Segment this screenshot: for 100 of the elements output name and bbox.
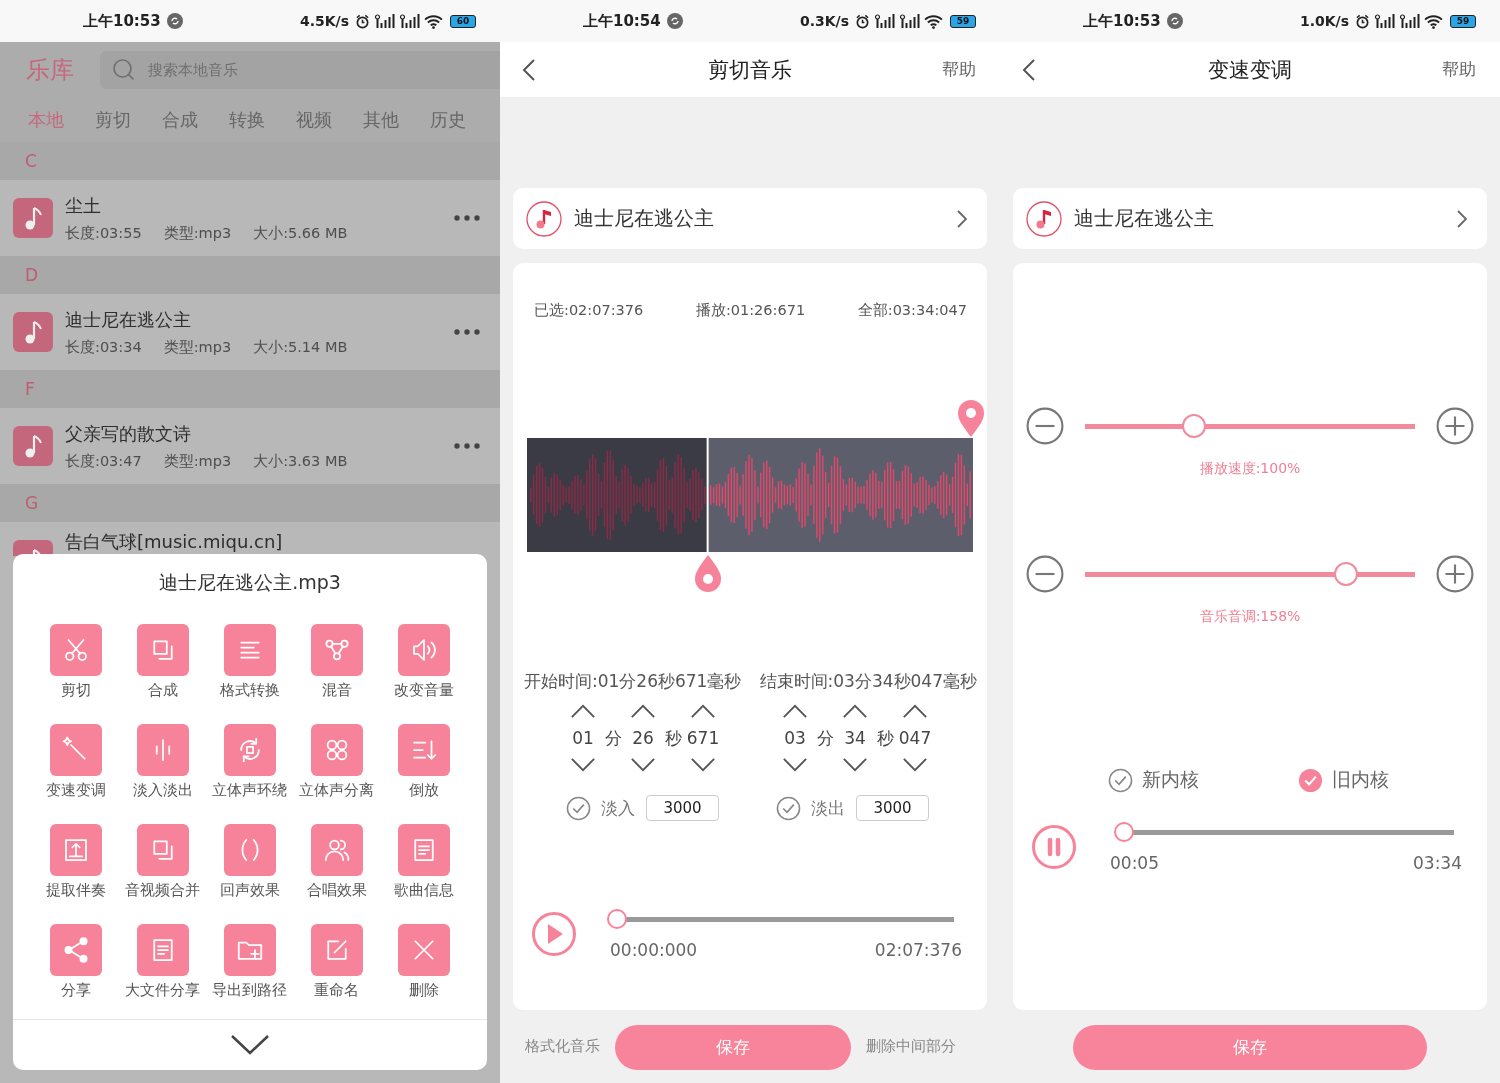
minus-icon[interactable] xyxy=(1026,555,1064,593)
fade-label: 淡出 xyxy=(811,796,845,820)
action-button[interactable]: 倒放 xyxy=(380,724,467,800)
action-button[interactable]: 大文件分享 xyxy=(119,924,206,1000)
chevron-down-icon[interactable] xyxy=(570,757,596,772)
action-button[interactable]: 删除 xyxy=(380,924,467,1000)
status-time: 上午10:53 xyxy=(1083,11,1161,31)
chevron-down-icon[interactable] xyxy=(902,757,928,772)
chevron-down-icon[interactable] xyxy=(230,1034,270,1056)
song-title: 迪士尼在逃公主 xyxy=(1074,205,1214,232)
song-title: 父亲写的散文诗 xyxy=(65,421,192,446)
chevron-down-icon[interactable] xyxy=(842,757,868,772)
time-unit: 分 xyxy=(603,726,623,750)
start-marker-icon[interactable] xyxy=(693,554,722,592)
song-size: 大小:5.14 MB xyxy=(253,337,348,357)
action-button[interactable]: 立体声分离 xyxy=(293,724,380,800)
song-title: 迪士尼在逃公主 xyxy=(65,307,192,332)
wifi-icon xyxy=(924,13,943,29)
slider-value-label: 音乐音调:158% xyxy=(1198,608,1302,626)
action-button[interactable]: 音视频合并 xyxy=(119,824,206,900)
check-circle[interactable] xyxy=(566,795,591,821)
chevron-up-icon[interactable] xyxy=(842,704,868,719)
upload-icon xyxy=(49,824,102,876)
end-marker-icon[interactable] xyxy=(957,400,985,438)
chevron-up-icon[interactable] xyxy=(902,704,928,719)
song-selector[interactable]: 迪士尼在逃公主 xyxy=(513,188,987,249)
duration-input[interactable]: 3000 xyxy=(856,795,929,821)
screen-title: 变速变调 xyxy=(1207,56,1293,84)
action-button[interactable]: 提取伴奏 xyxy=(32,824,119,900)
play-button[interactable] xyxy=(532,912,576,956)
check-circle[interactable] xyxy=(1298,767,1323,793)
progress-thumb[interactable] xyxy=(1113,822,1134,842)
slider-thumb[interactable] xyxy=(1181,414,1206,438)
action-button[interactable]: 导出到路径 xyxy=(206,924,293,1000)
time-stat: 已选:02:07:376 xyxy=(534,301,644,320)
song-type: 类型:mp3 xyxy=(163,223,232,243)
action-button[interactable]: 改变音量 xyxy=(380,624,467,700)
action-button[interactable]: 立体声环绕 xyxy=(206,724,293,800)
more-icon[interactable] xyxy=(454,443,480,449)
action-button[interactable]: 重命名 xyxy=(293,924,380,1000)
help-link[interactable]: 帮助 xyxy=(1442,58,1476,81)
chevron-down-icon[interactable] xyxy=(630,757,656,772)
action-button[interactable]: 歌曲信息 xyxy=(380,824,467,900)
action-button[interactable]: 分享 xyxy=(32,924,119,1000)
chevron-down-icon[interactable] xyxy=(690,757,716,772)
more-icon[interactable] xyxy=(454,329,480,335)
signal-icon xyxy=(1374,13,1395,29)
chevron-up-icon[interactable] xyxy=(570,704,596,719)
signal-icon xyxy=(899,13,920,29)
status-time: 上午10:54 xyxy=(583,11,661,31)
back-icon[interactable] xyxy=(522,57,536,82)
song-length: 长度:03:55 xyxy=(65,223,142,243)
network-speed: 0.3K/s xyxy=(799,13,849,29)
signal-icon xyxy=(1399,13,1420,29)
wifi-icon xyxy=(424,13,443,29)
action-button[interactable]: 淡入淡出 xyxy=(119,724,206,800)
time-unit: 秒 xyxy=(663,726,683,750)
action-button[interactable]: 回声效果 xyxy=(206,824,293,900)
nodes-icon xyxy=(310,624,363,676)
action-button[interactable]: 变速变调 xyxy=(32,724,119,800)
chevron-up-icon[interactable] xyxy=(782,704,808,719)
action-button[interactable]: 混音 xyxy=(293,624,380,700)
align-lines-icon xyxy=(223,624,276,676)
engine-option-label: 新内核 xyxy=(1142,767,1199,792)
time-value: 671 xyxy=(686,727,720,750)
check-circle[interactable] xyxy=(1108,767,1133,793)
more-icon[interactable] xyxy=(454,215,480,221)
slider-thumb[interactable] xyxy=(1333,562,1358,586)
song-selector[interactable]: 迪士尼在逃公主 xyxy=(1013,188,1487,249)
plus-icon[interactable] xyxy=(1436,555,1474,593)
action-button[interactable]: 剪切 xyxy=(32,624,119,700)
plus-icon[interactable] xyxy=(1436,407,1474,445)
time-value: 047 xyxy=(898,727,932,750)
song-size: 大小:5.66 MB xyxy=(253,223,348,243)
progress-thumb[interactable] xyxy=(607,909,627,929)
app-title: 乐库 xyxy=(26,55,74,86)
action-button[interactable]: 合唱效果 xyxy=(293,824,380,900)
check-circle[interactable] xyxy=(776,795,801,821)
total-time: 03:34 xyxy=(1413,853,1462,873)
pause-button[interactable] xyxy=(1032,825,1076,869)
chevron-down-icon[interactable] xyxy=(782,757,808,772)
alarm-icon xyxy=(1355,13,1370,29)
current-time: 00:00:000 xyxy=(610,940,698,960)
section-letter: G xyxy=(25,493,39,513)
chevron-up-icon[interactable] xyxy=(690,704,716,719)
fade-label: 淡入 xyxy=(601,796,635,820)
song-type: 类型:mp3 xyxy=(163,337,232,357)
song-length: 长度:03:34 xyxy=(65,337,142,357)
section-letter: D xyxy=(25,265,39,285)
duration-input[interactable]: 3000 xyxy=(646,795,719,821)
folder-plus-icon xyxy=(223,924,276,976)
section-letter: C xyxy=(25,151,37,171)
chevron-up-icon[interactable] xyxy=(630,704,656,719)
minus-icon[interactable] xyxy=(1026,407,1064,445)
sync-icon xyxy=(666,13,683,29)
song-title: 尘土 xyxy=(65,193,102,218)
back-icon[interactable] xyxy=(1022,57,1036,82)
help-link[interactable]: 帮助 xyxy=(942,58,976,81)
action-button[interactable]: 合成 xyxy=(119,624,206,700)
action-button[interactable]: 格式转换 xyxy=(206,624,293,700)
